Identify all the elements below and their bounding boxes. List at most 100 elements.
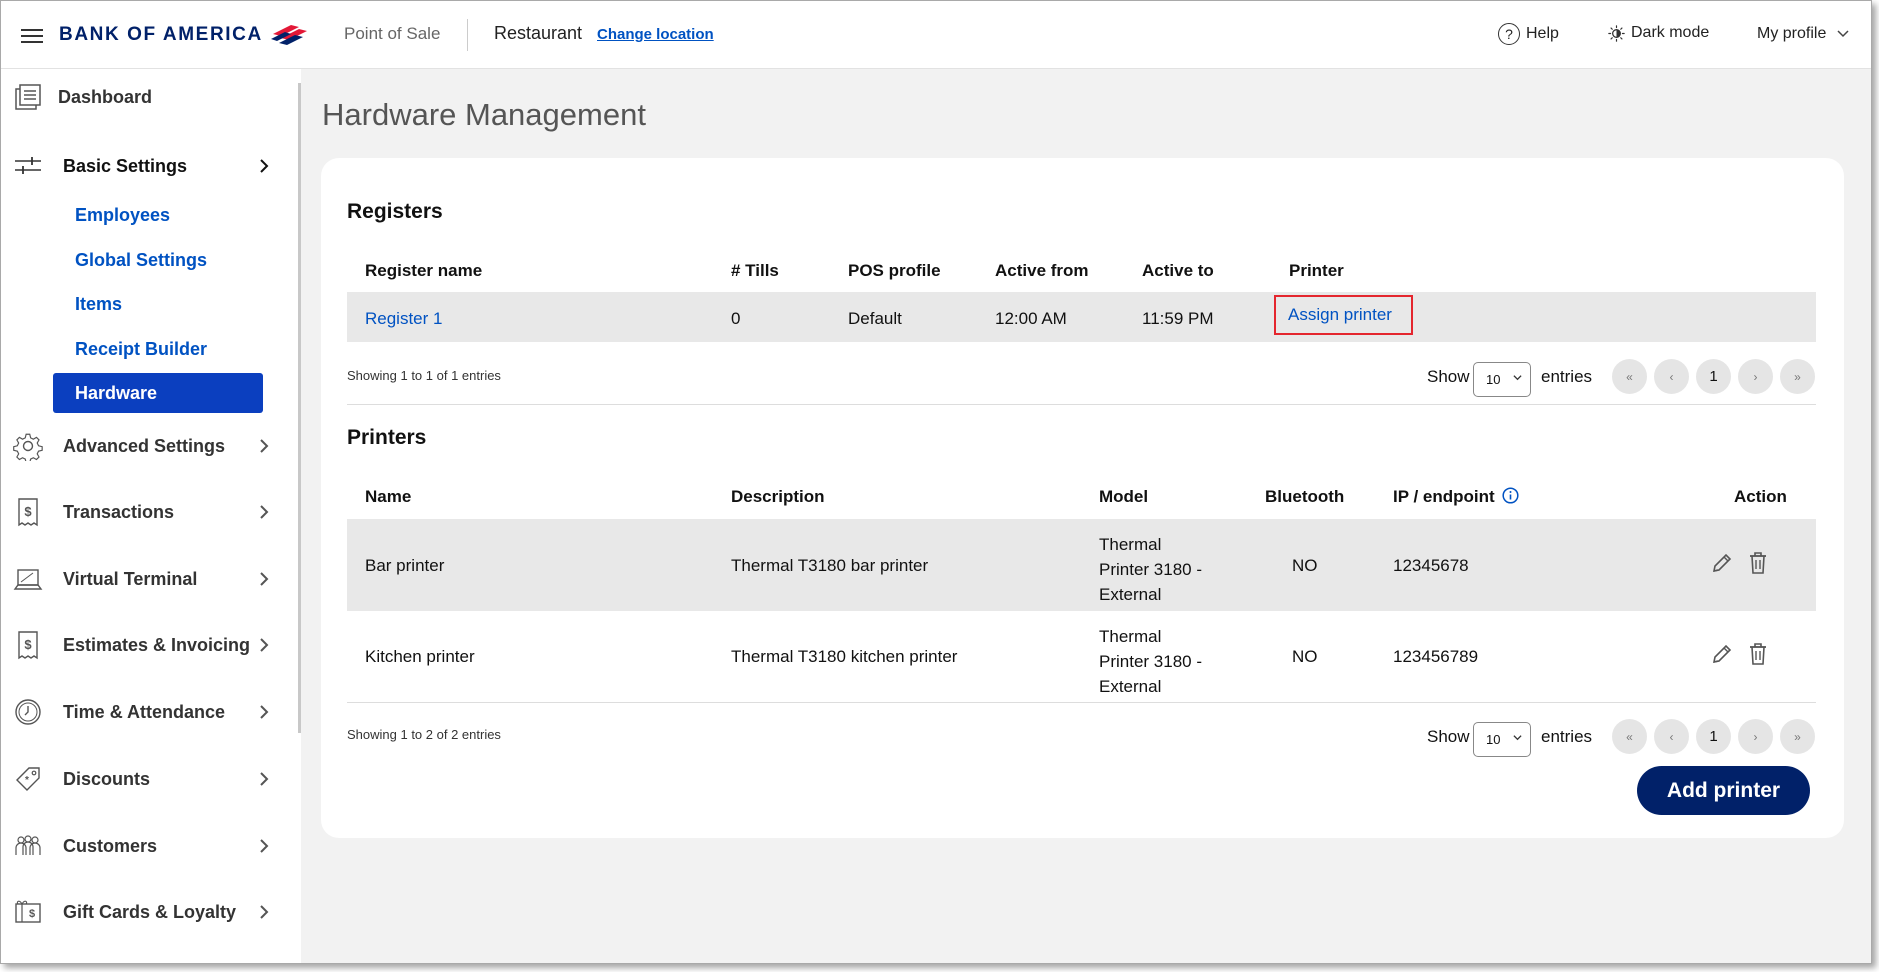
sidebar-item-virtual-terminal[interactable]: Virtual Terminal — [1, 564, 291, 594]
col-active-from[interactable]: Active from — [995, 261, 1089, 281]
col-name[interactable]: Name — [365, 487, 411, 507]
profile-label: My profile — [1757, 25, 1827, 42]
register-name-link[interactable]: Register 1 — [365, 309, 442, 329]
sidebar-item-discounts[interactable]: * Discounts — [1, 764, 291, 794]
chevron-down-icon — [1513, 375, 1522, 381]
col-description[interactable]: Description — [731, 487, 825, 507]
invoice-icon: $ — [18, 631, 38, 660]
printers-info: Showing 1 to 2 of 2 entries — [347, 727, 501, 742]
chevron-down-icon — [1837, 30, 1849, 37]
chevron-right-icon — [260, 705, 269, 719]
hamburger-menu-icon[interactable] — [21, 29, 43, 43]
sidebar-item-label: Virtual Terminal — [63, 568, 198, 589]
svg-text:$: $ — [24, 637, 32, 652]
col-tills[interactable]: # Tills — [731, 261, 779, 281]
submenu-items[interactable]: Items — [53, 284, 263, 324]
col-bluetooth[interactable]: Bluetooth — [1265, 487, 1344, 507]
sidebar-item-label: Basic Settings — [63, 155, 188, 176]
registers-info: Showing 1 to 1 of 1 entries — [347, 368, 501, 383]
submenu-hardware[interactable]: Hardware — [53, 373, 263, 413]
divider — [467, 19, 468, 51]
printer-model: Thermal Printer 3180 - External — [1099, 532, 1202, 607]
entries-label: entries — [1541, 727, 1593, 746]
sidebar-item-customers[interactable]: Customers — [1, 831, 291, 861]
delete-trash-icon[interactable] — [1747, 642, 1769, 666]
next-page-button[interactable]: › — [1738, 359, 1773, 394]
profile-menu[interactable]: My profile — [1757, 25, 1849, 43]
col-register-name[interactable]: Register name — [365, 261, 482, 281]
printer-ip: 12345678 — [1393, 556, 1469, 575]
entries-label: entries — [1541, 367, 1593, 386]
add-printer-button[interactable]: Add printer — [1637, 766, 1810, 815]
submenu-employees[interactable]: Employees — [53, 195, 263, 235]
dark-mode-toggle[interactable]: Dark mode — [1608, 24, 1709, 42]
assign-printer-link[interactable]: Assign printer — [1274, 295, 1413, 335]
page-size-select[interactable]: 10 — [1473, 722, 1531, 757]
last-page-button[interactable]: » — [1780, 359, 1815, 394]
sidebar-item-time-attendance[interactable]: Time & Attendance — [1, 697, 291, 727]
col-ip-endpoint[interactable]: IP / endpoint — [1393, 487, 1519, 507]
col-printer[interactable]: Printer — [1289, 261, 1344, 281]
sidebar-item-label: Advanced Settings — [63, 435, 226, 456]
printer-bluetooth: NO — [1292, 556, 1318, 575]
app-window: BANK OF AMERICA Point of Sale Restaurant… — [0, 0, 1872, 964]
main-content: Hardware Management Registers Register n… — [301, 69, 1871, 963]
sun-icon — [1608, 24, 1625, 42]
last-page-button[interactable]: » — [1780, 719, 1815, 754]
sidebar-item-gift-cards-loyalty[interactable]: $ Gift Cards & Loyalty — [1, 897, 291, 927]
sidebar-item-advanced-settings[interactable]: Advanced Settings — [1, 431, 291, 461]
chevron-right-icon — [260, 505, 269, 519]
page-1-button[interactable]: 1 — [1696, 359, 1731, 394]
help-icon: ? — [1498, 23, 1520, 45]
sidebar-item-label: Customers — [63, 835, 158, 856]
printer-name: Kitchen printer — [365, 647, 475, 666]
change-location-link[interactable]: Change location — [597, 26, 714, 43]
prev-page-button[interactable]: ‹ — [1654, 359, 1689, 394]
submenu-global-settings[interactable]: Global Settings — [53, 240, 263, 280]
sidebar-item-transactions[interactable]: $ Transactions — [1, 497, 291, 527]
register-active-from: 12:00 AM — [995, 309, 1067, 328]
next-page-button[interactable]: › — [1738, 719, 1773, 754]
col-active-to[interactable]: Active to — [1142, 261, 1214, 281]
dollar-receipt-icon: $ — [18, 498, 38, 527]
sidebar-item-estimates-invoicing[interactable]: $ Estimates & Invoicing — [1, 630, 291, 660]
edit-pencil-icon[interactable] — [1710, 643, 1732, 667]
printer-description: Thermal T3180 kitchen printer — [731, 647, 958, 666]
sidebar-item-basic-settings[interactable]: Basic Settings — [1, 151, 291, 181]
register-tills: 0 — [731, 309, 741, 328]
app-name: Point of Sale — [344, 24, 441, 43]
col-pos-profile[interactable]: POS profile — [848, 261, 941, 281]
info-icon[interactable] — [1502, 487, 1519, 504]
sidebar-item-dashboard[interactable]: Dashboard — [1, 83, 291, 111]
sidebar: Dashboard Basic Settings Employees Globa… — [1, 69, 301, 963]
help-button[interactable]: ? Help — [1498, 23, 1559, 45]
delete-trash-icon[interactable] — [1747, 551, 1769, 575]
first-page-button[interactable]: « — [1612, 359, 1647, 394]
submenu-receipt-builder[interactable]: Receipt Builder — [53, 329, 263, 369]
sidebar-item-label: Estimates & Invoicing — [63, 634, 251, 655]
chevron-right-icon — [260, 638, 269, 652]
table-row — [347, 292, 1816, 342]
printer-model: Thermal Printer 3180 - External — [1099, 624, 1202, 699]
first-page-button[interactable]: « — [1612, 719, 1647, 754]
brand-logo[interactable]: BANK OF AMERICA — [59, 23, 309, 47]
laptop-icon — [13, 569, 43, 590]
sidebar-item-label: Transactions — [63, 501, 175, 522]
flag-logo-icon — [270, 25, 307, 45]
brand-name: BANK OF AMERICA — [59, 24, 263, 45]
divider — [347, 404, 1816, 405]
svg-text:$: $ — [24, 504, 32, 519]
chevron-right-icon — [260, 772, 269, 786]
col-action: Action — [1734, 487, 1787, 506]
page-size-select[interactable]: 10 — [1473, 362, 1531, 397]
page-1-button[interactable]: 1 — [1696, 719, 1731, 754]
registers-heading: Registers — [347, 200, 443, 223]
register-active-to: 11:59 PM — [1142, 309, 1214, 328]
prev-page-button[interactable]: ‹ — [1654, 719, 1689, 754]
edit-pencil-icon[interactable] — [1710, 552, 1732, 576]
col-model[interactable]: Model — [1099, 487, 1148, 507]
sidebar-item-label: Discounts — [63, 768, 151, 789]
show-label: Show — [1427, 727, 1470, 746]
people-icon — [15, 835, 41, 855]
sliders-icon — [15, 157, 41, 174]
